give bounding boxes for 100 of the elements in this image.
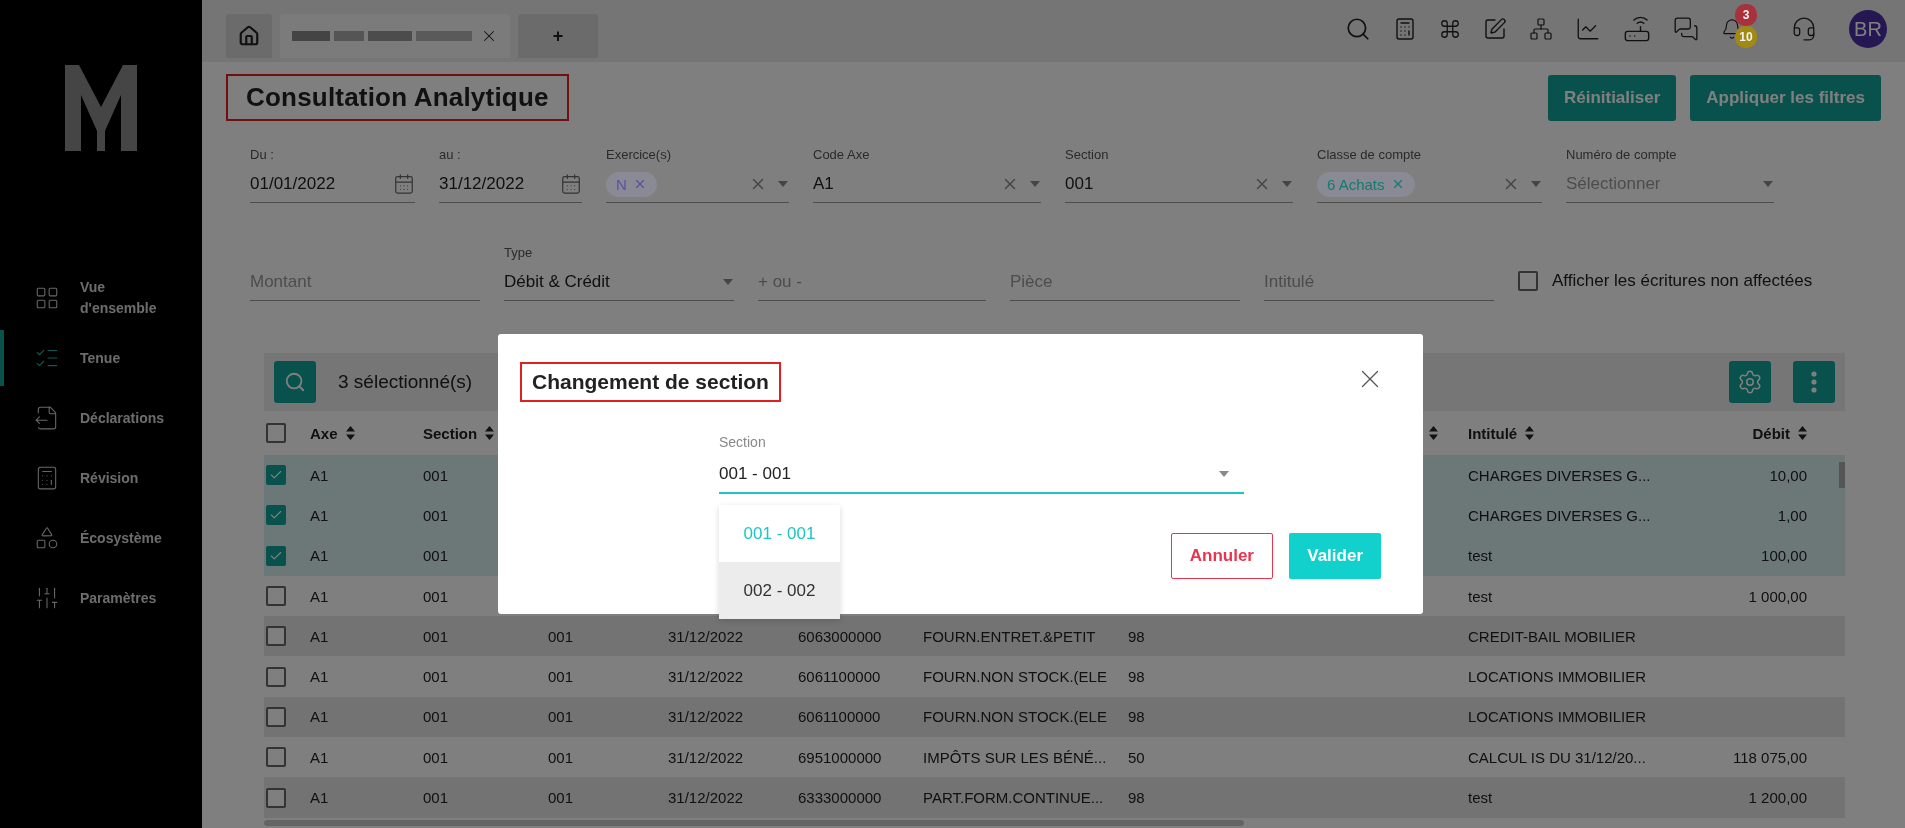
cancel-button[interactable]: Annuler	[1170, 533, 1273, 579]
edit-icon[interactable]	[1483, 17, 1507, 41]
row-checkbox[interactable]	[266, 586, 286, 607]
field-label: au :	[439, 147, 462, 162]
checkbox-option[interactable]: Afficher les écritures non affectées	[1518, 261, 1881, 301]
network-icon[interactable]	[1529, 17, 1553, 41]
support-icon[interactable]	[1791, 16, 1817, 42]
caret-icon[interactable]	[1029, 180, 1041, 188]
document-tab[interactable]	[280, 14, 510, 58]
settings-button[interactable]	[1729, 361, 1771, 403]
sort-icon[interactable]	[1429, 426, 1438, 440]
line-chart-icon[interactable]	[1575, 16, 1601, 42]
more-button[interactable]	[1793, 361, 1835, 403]
table-cell: 31/12/2022	[668, 748, 744, 766]
search-icon[interactable]	[1345, 16, 1371, 42]
caret-icon[interactable]	[722, 278, 734, 286]
sliders-icon	[34, 585, 60, 611]
select-field[interactable]: Exercice(s) N	[606, 143, 789, 203]
row-checkbox[interactable]	[266, 626, 286, 647]
search-button[interactable]	[274, 361, 316, 403]
table-cell: FOURN.NON STOCK.(ELE	[923, 668, 1107, 686]
table-cell: A1	[310, 587, 329, 605]
dropdown-option[interactable]: 002 - 002	[719, 562, 840, 619]
field-value: 001	[1065, 174, 1095, 194]
calendar-icon[interactable]	[560, 173, 582, 195]
select-field[interactable]: Section 001	[1065, 143, 1293, 203]
select-all-checkbox[interactable]	[266, 423, 286, 443]
dropdown-caret-icon[interactable]	[1218, 470, 1230, 478]
table-row[interactable]: A1 001 001 31/12/2022 6333000000 PART.FORM.CONTINUE... 98 test 1 200,00	[264, 777, 1845, 818]
filter-chip[interactable]: N	[606, 171, 657, 197]
table-cell: A1	[310, 708, 329, 726]
caret-icon[interactable]	[1530, 180, 1542, 188]
table-cell: 001	[548, 668, 574, 686]
sidebar-item[interactable]: Paramètres	[0, 570, 202, 626]
sort-icon[interactable]	[345, 426, 355, 440]
caret-icon[interactable]	[777, 180, 789, 188]
reset-button[interactable]: Réinitialiser	[1547, 74, 1677, 121]
table-cell: LOCATIONS IMMOBILIER	[1468, 668, 1647, 686]
router-icon[interactable]	[1623, 15, 1651, 43]
sidebar-item[interactable]: Révision	[0, 450, 202, 506]
row-checkbox[interactable]	[266, 545, 286, 566]
date-field[interactable]: Du : 01/01/2022	[250, 143, 415, 203]
new-tab[interactable]: +	[518, 14, 598, 58]
sidebar-item[interactable]: Vue d'ensemble	[0, 270, 202, 326]
table-cell: 001	[423, 748, 449, 766]
table-cell: 50	[1128, 748, 1145, 766]
table-cell: test	[1468, 547, 1493, 565]
section-select[interactable]: Section 001 - 001	[719, 434, 1244, 494]
user-avatar[interactable]: BR	[1849, 10, 1887, 48]
select-field[interactable]: Type Débit & Crédit	[504, 241, 734, 301]
scrollbar-thumb[interactable]	[1839, 462, 1845, 489]
gear-icon	[1737, 369, 1763, 395]
table-row[interactable]: A1 001 001 31/12/2022 6061100000 FOURN.NON STOCK.(ELE 98 LOCATIONS IMMOBILIER	[264, 696, 1845, 738]
home-tab[interactable]	[226, 14, 272, 58]
table-cell: 001	[423, 627, 449, 645]
shapes-icon	[34, 525, 60, 551]
sidebar-item[interactable]: Déclarations	[0, 390, 202, 446]
command-key-icon[interactable]	[1439, 18, 1461, 40]
checkbox[interactable]	[1518, 271, 1538, 291]
chat-icon[interactable]	[1673, 16, 1699, 42]
table-cell: 98	[1128, 789, 1145, 806]
caret-icon[interactable]	[1281, 180, 1293, 188]
table-cell: A1	[310, 466, 329, 484]
column-header[interactable]: Axe	[310, 424, 338, 442]
table-cell: 100,00	[1761, 547, 1807, 565]
column-header[interactable]: Section	[423, 424, 478, 442]
row-checkbox[interactable]	[266, 747, 286, 768]
date-field[interactable]: au : 31/12/2022	[439, 143, 582, 203]
table-cell: 98	[1128, 668, 1145, 686]
sort-icon[interactable]	[1525, 426, 1535, 440]
table-cell: 001	[423, 668, 449, 686]
sort-icon[interactable]	[485, 426, 495, 440]
calculator-icon[interactable]	[1393, 17, 1417, 41]
row-checkbox[interactable]	[266, 505, 286, 526]
dropdown-option[interactable]: 001 - 001	[719, 505, 840, 562]
caret-icon[interactable]	[1762, 180, 1774, 188]
table-cell: 6061100000	[798, 708, 881, 726]
apply-filters-button[interactable]: Appliquer les filtres	[1690, 74, 1881, 121]
row-checkbox[interactable]	[266, 706, 286, 727]
table-cell: FOURN.NON STOCK.(ELE	[923, 708, 1107, 726]
field-label: Type	[504, 245, 534, 260]
sidebar-item[interactable]: Écosystème	[0, 510, 202, 566]
table-cell: A1	[310, 668, 329, 686]
row-checkbox[interactable]	[266, 787, 286, 808]
row-checkbox[interactable]	[266, 666, 286, 687]
table-cell: CHARGES DIVERSES G...	[1468, 466, 1651, 484]
column-header[interactable]: Débit	[1752, 424, 1790, 442]
column-header[interactable]: Intitulé	[1468, 424, 1518, 442]
table-cell: A1	[310, 789, 329, 806]
table-cell: IMPÔTS SUR LES BÉNÉ...	[923, 748, 1107, 766]
table-row[interactable]: A1 001 001 31/12/2022 6063000000 FOURN.ENTRET.&PETIT 98 CREDIT-BAIL MOBILIER	[264, 616, 1845, 657]
select-field[interactable]: Classe de compte 6 Achats	[1317, 143, 1542, 203]
table-cell: LOCATIONS IMMOBILIER	[1468, 708, 1647, 726]
table-cell: 001	[423, 587, 449, 605]
sort-icon[interactable]	[1798, 426, 1807, 440]
table-cell: 6061100000	[798, 668, 881, 686]
calendar-icon[interactable]	[393, 173, 415, 195]
select-field[interactable]: Code Axe A1	[813, 143, 1041, 203]
row-checkbox[interactable]	[266, 465, 286, 486]
horizontal-scrollbar[interactable]	[264, 819, 1245, 826]
